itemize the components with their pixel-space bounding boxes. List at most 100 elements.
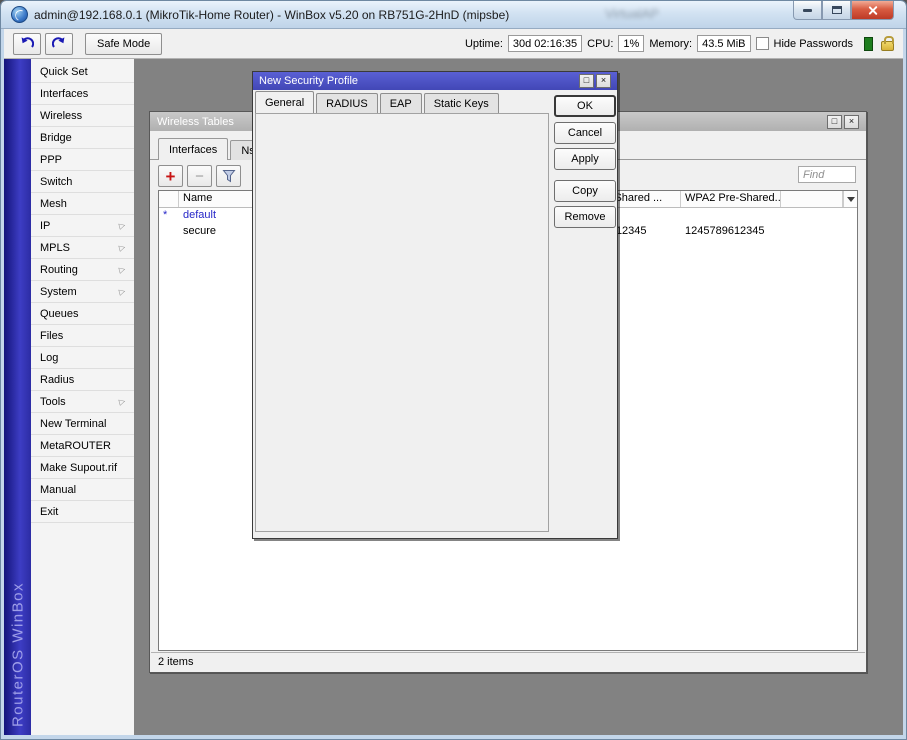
close-button[interactable]: ×: [844, 114, 859, 129]
sidebar-item-wireless[interactable]: Wireless: [31, 105, 134, 127]
safe-mode-button[interactable]: Safe Mode: [85, 32, 163, 55]
maximize-button[interactable]: □: [827, 114, 842, 129]
cancel-button[interactable]: Cancel: [554, 122, 616, 144]
column-chooser-button[interactable]: [843, 191, 857, 207]
routeros-winbox-brand: RouterOS WinBox: [9, 581, 26, 727]
row-wpa2-key: 1245789612345: [685, 225, 765, 237]
sidebar-item-label: System: [40, 285, 77, 298]
redo-icon: [52, 37, 65, 48]
main-toolbar: Safe Mode Uptime: 30d 02:16:35 CPU: 1% M…: [4, 29, 903, 59]
background-ghost-text: VirtualAP: [605, 6, 659, 21]
sidebar-item-ppp[interactable]: PPP: [31, 149, 134, 171]
close-icon: [867, 5, 878, 16]
sidebar-item-exit[interactable]: Exit: [31, 501, 134, 523]
tab-eap[interactable]: EAP: [379, 93, 422, 113]
winbox-app-icon: [11, 6, 28, 23]
memory-value: 43.5 MiB: [697, 35, 751, 52]
main-menu: Quick Set Interfaces Wireless Bridge PPP…: [31, 59, 134, 735]
tab-interfaces[interactable]: Interfaces: [158, 138, 229, 160]
dialog-title: New Security Profile: [259, 75, 359, 87]
filter-button[interactable]: [216, 165, 241, 187]
filter-funnel-icon: [221, 170, 236, 183]
dialog-tabs: General RADIUS EAP Static Keys: [255, 91, 499, 113]
submenu-arrow-icon: ▷: [117, 286, 127, 297]
connection-status-indicator: [864, 36, 873, 51]
sidebar-item-new-terminal[interactable]: New Terminal: [31, 413, 134, 435]
ok-button[interactable]: OK: [554, 95, 616, 117]
uptime-value: 30d 02:16:35: [507, 35, 583, 52]
hide-passwords-label: Hide Passwords: [773, 37, 853, 50]
sidebar-item-make-supout[interactable]: Make Supout.rif: [31, 457, 134, 479]
column-header-flag[interactable]: [159, 191, 179, 207]
close-button[interactable]: [851, 1, 894, 20]
find-input[interactable]: [798, 166, 856, 183]
close-button[interactable]: ×: [596, 74, 611, 88]
sidebar-item-label: MPLS: [40, 241, 70, 254]
sidebar-item-tools[interactable]: Tools ▷: [31, 391, 134, 413]
sidebar-item-label: Bridge: [40, 131, 72, 144]
sidebar-item-label: Radius: [40, 373, 75, 386]
maximize-icon: [831, 6, 842, 14]
undo-icon: [21, 37, 34, 48]
column-header-filler: [781, 191, 843, 207]
sidebar-item-mpls[interactable]: MPLS ▷: [31, 237, 134, 259]
sidebar-item-bridge[interactable]: Bridge: [31, 127, 134, 149]
status-bar: 2 items: [151, 652, 865, 671]
wireless-window-controls: □ ×: [827, 114, 859, 129]
sidebar-item-manual[interactable]: Manual: [31, 479, 134, 501]
uptime-label: Uptime:: [464, 37, 503, 50]
submenu-arrow-icon: ▷: [117, 396, 127, 407]
tab-radius[interactable]: RADIUS: [316, 93, 378, 113]
add-icon: +: [165, 166, 176, 186]
sidebar-item-label: PPP: [40, 153, 63, 166]
remove-button[interactable]: Remove: [554, 206, 616, 228]
maximize-button[interactable]: [822, 1, 851, 20]
sidebar-item-mesh[interactable]: Mesh: [31, 193, 134, 215]
sidebar-item-radius[interactable]: Radius: [31, 369, 134, 391]
copy-button[interactable]: Copy: [554, 180, 616, 202]
sidebar-item-label: Switch: [40, 175, 73, 188]
hide-passwords-checkbox[interactable]: [755, 37, 769, 50]
sidebar-item-metarouter[interactable]: MetaROUTER: [31, 435, 134, 457]
close-icon: ×: [600, 75, 607, 85]
tab-general[interactable]: General: [255, 91, 315, 113]
sidebar-item-label: Make Supout.rif: [40, 461, 118, 474]
sidebar-item-files[interactable]: Files: [31, 325, 134, 347]
remove-button[interactable]: −: [187, 165, 212, 187]
sidebar-item-quick-set[interactable]: Quick Set: [31, 61, 134, 83]
sidebar-item-queues[interactable]: Queues: [31, 303, 134, 325]
column-header-wpa2-pre-shared[interactable]: WPA2 Pre-Shared...: [681, 191, 781, 207]
chevron-down-icon: [846, 197, 855, 206]
sidebar-item-label: Mesh: [40, 197, 67, 210]
winbox-app-window: admin@192.168.0.1 (MikroTik-Home Router)…: [0, 0, 907, 740]
close-icon: ×: [848, 115, 855, 126]
undo-button[interactable]: [13, 32, 41, 55]
main-titlebar: admin@192.168.0.1 (MikroTik-Home Router)…: [1, 1, 906, 29]
wireless-tables-title: Wireless Tables: [157, 115, 234, 128]
remove-icon: −: [195, 167, 204, 185]
submenu-arrow-icon: ▷: [117, 220, 127, 231]
general-tab-panel: [255, 113, 549, 532]
sidebar-item-ip[interactable]: IP ▷: [31, 215, 134, 237]
row-wpa2-key: [681, 208, 781, 224]
dialog-window-controls: □ ×: [579, 74, 611, 88]
dialog-titlebar[interactable]: New Security Profile □ ×: [253, 72, 617, 90]
tab-static-keys[interactable]: Static Keys: [423, 93, 499, 113]
sidebar-item-label: Interfaces: [40, 87, 89, 100]
sidebar-item-label: Routing: [40, 263, 78, 276]
sidebar-item-label: Manual: [40, 483, 77, 496]
maximize-button[interactable]: □: [579, 74, 594, 88]
sidebar-item-system[interactable]: System ▷: [31, 281, 134, 303]
sidebar-item-log[interactable]: Log: [31, 347, 134, 369]
maximize-icon: □: [583, 75, 590, 85]
sidebar-item-switch[interactable]: Switch: [31, 171, 134, 193]
sidebar-item-interfaces[interactable]: Interfaces: [31, 83, 134, 105]
new-security-profile-dialog: New Security Profile □ × General RADIUS …: [252, 71, 618, 539]
minimize-button[interactable]: [793, 1, 822, 20]
apply-button[interactable]: Apply: [554, 148, 616, 170]
add-button[interactable]: +: [158, 165, 183, 187]
redo-button[interactable]: [45, 32, 73, 55]
sidebar-item-label: Quick Set: [40, 65, 88, 78]
sidebar-item-label: Exit: [40, 505, 59, 518]
sidebar-item-routing[interactable]: Routing ▷: [31, 259, 134, 281]
